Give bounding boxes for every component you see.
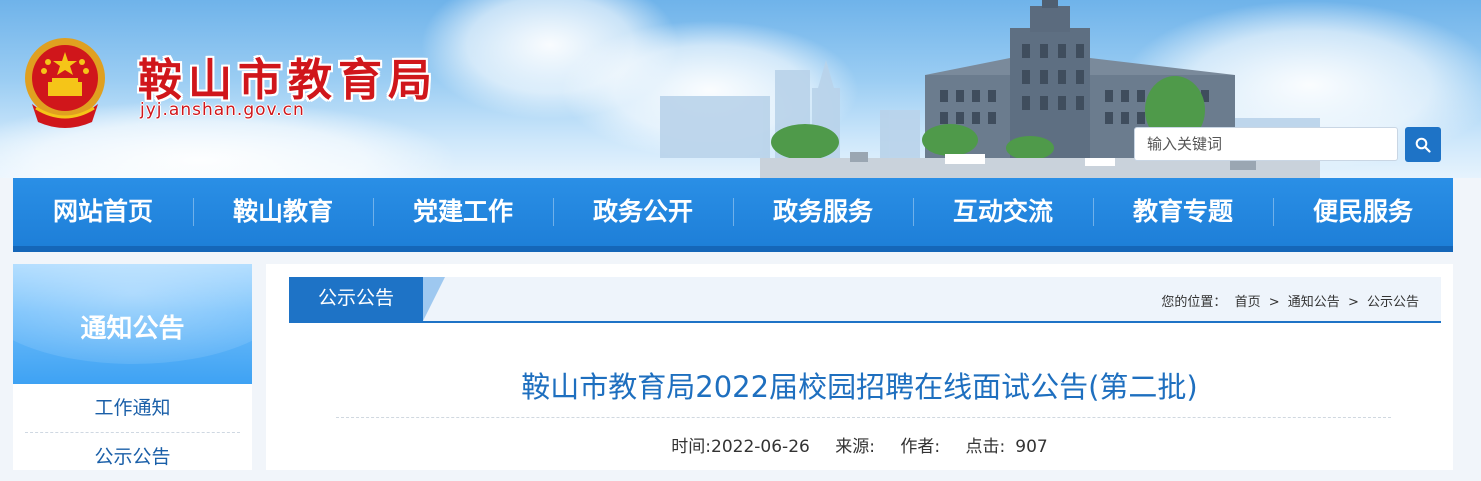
meta-time: 时间:2022-06-26	[671, 437, 810, 457]
breadcrumb-link-home[interactable]: 首页	[1235, 295, 1261, 310]
section-tab-bar: 公示公告 您的位置： 首页 > 通知公告 > 公示公告	[289, 277, 1441, 323]
site-title: 鞍山市教育局	[138, 55, 438, 106]
sidebar-title: 通知公告	[80, 314, 185, 344]
article-meta: 时间:2022-06-26 来源: 作者: 点击: 907	[266, 432, 1453, 457]
breadcrumb-link-announcements[interactable]: 公示公告	[1367, 295, 1419, 310]
meta-source: 来源:	[835, 437, 875, 457]
sidebar-item-public-announcements[interactable]: 公示公告	[25, 433, 240, 481]
breadcrumb-separator: >	[1347, 295, 1359, 310]
article-title: 鞍山市教育局2022届校园招聘在线面试公告(第二批)	[521, 370, 1198, 404]
main-nav: 网站首页 鞍山教育 党建工作 政务公开 政务服务 互动交流 教育专题 便民服务	[13, 178, 1453, 252]
sidebar-item-work-notices[interactable]: 工作通知	[25, 384, 240, 433]
tab-public-announcements[interactable]: 公示公告	[289, 277, 423, 321]
breadcrumb-link-notices[interactable]: 通知公告	[1288, 295, 1340, 310]
breadcrumb-prefix: 您的位置：	[1161, 295, 1227, 310]
search-button[interactable]	[1405, 127, 1441, 162]
search-icon	[1415, 137, 1431, 153]
title-divider	[336, 417, 1391, 418]
meta-clicks-label: 点击:	[965, 437, 1006, 457]
nav-item-interaction[interactable]: 互动交流	[913, 192, 1093, 232]
nav-item-government-services[interactable]: 政务服务	[733, 192, 913, 232]
sidebar-header: 通知公告	[13, 264, 252, 384]
breadcrumb: 您的位置： 首页 > 通知公告 > 公示公告	[1159, 291, 1421, 310]
breadcrumb-separator: >	[1268, 295, 1280, 310]
national-emblem-icon	[25, 38, 105, 128]
meta-author: 作者:	[900, 437, 941, 457]
tab-decoration	[423, 277, 445, 321]
nav-item-anshan-education[interactable]: 鞍山教育	[193, 192, 373, 232]
header-banner: 鞍山市教育局 jyj.anshan.gov.cn	[0, 0, 1481, 178]
nav-item-government-affairs-disclosure[interactable]: 政务公开	[553, 192, 733, 232]
nav-item-home[interactable]: 网站首页	[13, 192, 193, 232]
nav-item-party-building[interactable]: 党建工作	[373, 192, 553, 232]
nav-item-education-topics[interactable]: 教育专题	[1093, 192, 1273, 232]
site-domain: jyj.anshan.gov.cn	[140, 100, 305, 120]
main-content: 公示公告 您的位置： 首页 > 通知公告 > 公示公告 鞍山市教育局2022届校…	[266, 264, 1453, 470]
sidebar: 通知公告 工作通知 公示公告	[13, 264, 252, 470]
meta-clicks-value: 907	[1015, 437, 1048, 457]
nav-item-public-services[interactable]: 便民服务	[1273, 192, 1453, 232]
search-input[interactable]	[1134, 127, 1398, 161]
